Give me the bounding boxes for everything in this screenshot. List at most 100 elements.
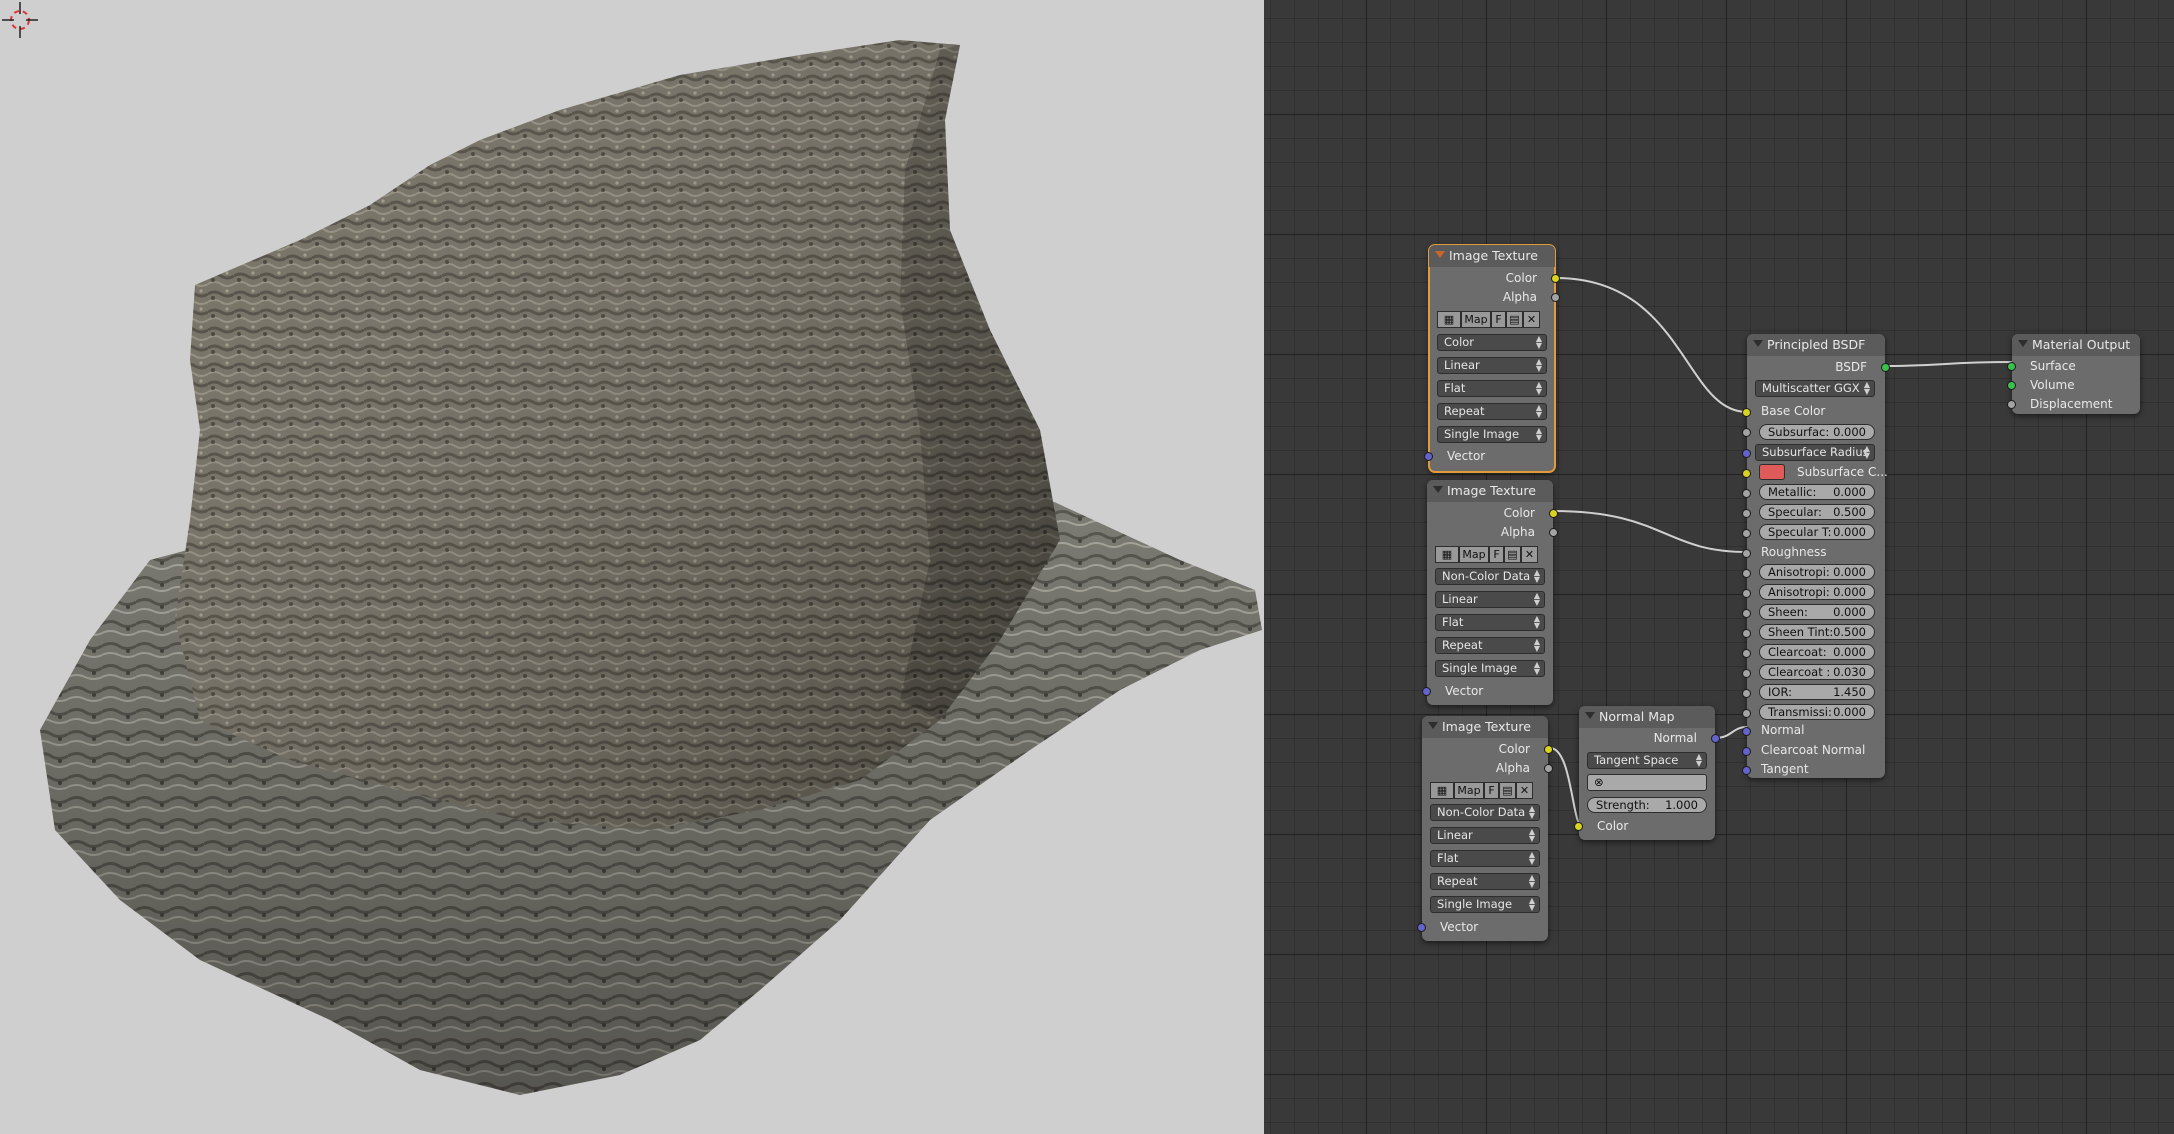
input-surface-socket[interactable]: [2007, 362, 2016, 371]
principled-bsdf-node[interactable]: Principled BSDF BSDF Multiscatter GGX ▲ ▼ …: [1742, 334, 1890, 778]
color-space-dropdown[interactable]: Color ▲ ▼: [1437, 334, 1547, 351]
output-alpha-socket[interactable]: [1544, 764, 1553, 773]
input-sheen-tint-socket[interactable]: [1742, 629, 1751, 638]
input-sheen-socket[interactable]: [1742, 609, 1751, 618]
material-output-node[interactable]: Material Output Surface Volume Displacem…: [2007, 334, 2140, 414]
subsurface-color-swatch[interactable]: [1759, 464, 1785, 480]
3d-viewport[interactable]: [0, 0, 1264, 1134]
input-transmission-socket[interactable]: [1742, 709, 1751, 718]
image-texture-node-1[interactable]: Image Texture Color Alpha ▦ Map F ▤ ✕ Co…: [1424, 244, 1560, 473]
extension-dropdown[interactable]: Repeat ▲ ▼: [1435, 637, 1545, 654]
fake-user-button[interactable]: F: [1484, 782, 1499, 799]
input-subsurface-color-socket[interactable]: [1742, 469, 1751, 478]
projection-dropdown[interactable]: Flat ▲ ▼: [1437, 380, 1547, 397]
extension-dropdown[interactable]: Repeat ▲ ▼: [1437, 403, 1547, 420]
output-color-socket[interactable]: [1549, 509, 1558, 518]
input-subsurface-radius-socket[interactable]: [1742, 449, 1751, 458]
projection-dropdown[interactable]: Flat ▲ ▼: [1435, 614, 1545, 631]
output-alpha-socket[interactable]: [1549, 528, 1558, 537]
projection-dropdown[interactable]: Flat ▲ ▼: [1430, 850, 1540, 867]
image-browse-icon[interactable]: ▦: [1430, 782, 1454, 799]
input-clearcoat-roughness-socket[interactable]: [1742, 669, 1751, 678]
collapse-triangle-icon[interactable]: [1753, 340, 1763, 347]
node-header[interactable]: Image Texture: [1427, 480, 1553, 502]
input-metallic-socket[interactable]: [1742, 489, 1751, 498]
input-clearcoat-normal-socket[interactable]: [1742, 747, 1751, 756]
source-dropdown[interactable]: Single Image ▲ ▼: [1435, 660, 1545, 677]
sheen-slider[interactable]: Sheen: 0.000: [1759, 604, 1875, 620]
unlink-image-icon[interactable]: ✕: [1521, 546, 1538, 563]
node-header[interactable]: Image Texture: [1422, 716, 1548, 738]
clearcoat-roughness-slider[interactable]: Clearcoat :0.030: [1759, 664, 1875, 680]
uv-map-field[interactable]: ⊗: [1587, 774, 1707, 791]
unlink-image-icon[interactable]: ✕: [1516, 782, 1533, 799]
collapse-triangle-icon[interactable]: [2018, 340, 2028, 347]
input-displacement-socket[interactable]: [2007, 400, 2016, 409]
unlink-image-icon[interactable]: ✕: [1523, 311, 1540, 328]
strength-slider[interactable]: Strength: 1.000: [1587, 797, 1707, 813]
extension-dropdown[interactable]: Repeat ▲ ▼: [1430, 873, 1540, 890]
anisotropic-rotation-slider[interactable]: Anisotropi: 0.000: [1759, 584, 1875, 600]
image-name-field[interactable]: Map: [1454, 782, 1484, 799]
transmission-slider[interactable]: Transmissi: 0.000: [1759, 704, 1875, 720]
node-header[interactable]: Normal Map: [1579, 706, 1715, 728]
subsurface-radius-field[interactable]: Subsurface Radius ▲ ▼: [1755, 444, 1875, 461]
image-name-field[interactable]: Map: [1461, 311, 1491, 328]
metallic-slider[interactable]: Metallic: 0.000: [1759, 484, 1875, 500]
input-normal-socket[interactable]: [1742, 727, 1751, 736]
source-dropdown[interactable]: Single Image ▲ ▼: [1430, 896, 1540, 913]
input-ior-socket[interactable]: [1742, 689, 1751, 698]
input-vector-socket[interactable]: [1424, 452, 1433, 461]
rock-mesh[interactable]: [0, 0, 1264, 1134]
image-texture-node-2[interactable]: Image Texture Color Alpha ▦ Map F ▤ ✕ No…: [1422, 480, 1558, 705]
input-tangent-socket[interactable]: [1742, 766, 1751, 775]
output-bsdf-socket[interactable]: [1881, 363, 1890, 372]
color-space-dropdown[interactable]: Non-Color Data ▲ ▼: [1430, 804, 1540, 821]
input-specular-tint-socket[interactable]: [1742, 529, 1751, 538]
normal-map-node[interactable]: Normal Map Normal Tangent Space ▲ ▼ ⊗ Stre…: [1574, 706, 1720, 840]
output-color-socket[interactable]: [1544, 745, 1553, 754]
interpolation-dropdown[interactable]: Linear ▲ ▼: [1435, 591, 1545, 608]
color-space-dropdown[interactable]: Non-Color Data ▲ ▼: [1435, 568, 1545, 585]
collapse-triangle-icon[interactable]: [1428, 722, 1438, 729]
open-image-icon[interactable]: ▤: [1499, 782, 1516, 799]
fake-user-button[interactable]: F: [1491, 311, 1506, 328]
image-browse-icon[interactable]: ▦: [1437, 311, 1461, 328]
fake-user-button[interactable]: F: [1489, 546, 1504, 563]
clearcoat-slider[interactable]: Clearcoat: 0.000: [1759, 644, 1875, 660]
sheen-tint-slider[interactable]: Sheen Tint: 0.500: [1759, 624, 1875, 640]
node-header[interactable]: Material Output: [2012, 334, 2140, 356]
node-header[interactable]: Principled BSDF: [1747, 334, 1885, 356]
input-roughness-socket[interactable]: [1742, 549, 1751, 558]
distribution-dropdown[interactable]: Multiscatter GGX ▲ ▼: [1755, 380, 1875, 397]
collapse-triangle-icon[interactable]: [1433, 486, 1443, 493]
input-base-color-socket[interactable]: [1742, 408, 1751, 417]
output-color-socket[interactable]: [1551, 274, 1560, 283]
input-vector-socket[interactable]: [1422, 687, 1431, 696]
image-browse-icon[interactable]: ▦: [1435, 546, 1459, 563]
input-anisotropic-socket[interactable]: [1742, 569, 1751, 578]
input-color-socket[interactable]: [1574, 822, 1583, 831]
ior-field[interactable]: IOR: 1.450: [1759, 684, 1875, 700]
open-image-icon[interactable]: ▤: [1504, 546, 1521, 563]
space-dropdown[interactable]: Tangent Space ▲ ▼: [1587, 752, 1707, 769]
node-header[interactable]: Image Texture: [1429, 245, 1555, 267]
specular-tint-slider[interactable]: Specular T: 0.000: [1759, 524, 1875, 540]
interpolation-dropdown[interactable]: Linear ▲ ▼: [1430, 827, 1540, 844]
input-clearcoat-socket[interactable]: [1742, 649, 1751, 658]
open-image-icon[interactable]: ▤: [1506, 311, 1523, 328]
anisotropic-slider[interactable]: Anisotropi: 0.000: [1759, 564, 1875, 580]
node-editor[interactable]: Image Texture Color Alpha ▦ Map F ▤ ✕ Co…: [1264, 0, 2174, 1134]
input-volume-socket[interactable]: [2007, 381, 2016, 390]
image-name-field[interactable]: Map: [1459, 546, 1489, 563]
subsurface-slider[interactable]: Subsurfac: 0.000: [1759, 424, 1875, 440]
input-subsurface-socket[interactable]: [1742, 428, 1751, 437]
collapse-triangle-icon[interactable]: [1435, 251, 1445, 258]
input-specular-socket[interactable]: [1742, 509, 1751, 518]
source-dropdown[interactable]: Single Image ▲ ▼: [1437, 426, 1547, 443]
collapse-triangle-icon[interactable]: [1585, 712, 1595, 719]
output-normal-socket[interactable]: [1711, 734, 1720, 743]
specular-slider[interactable]: Specular: 0.500: [1759, 504, 1875, 520]
3d-cursor-icon[interactable]: [0, 0, 40, 40]
output-alpha-socket[interactable]: [1551, 293, 1560, 302]
